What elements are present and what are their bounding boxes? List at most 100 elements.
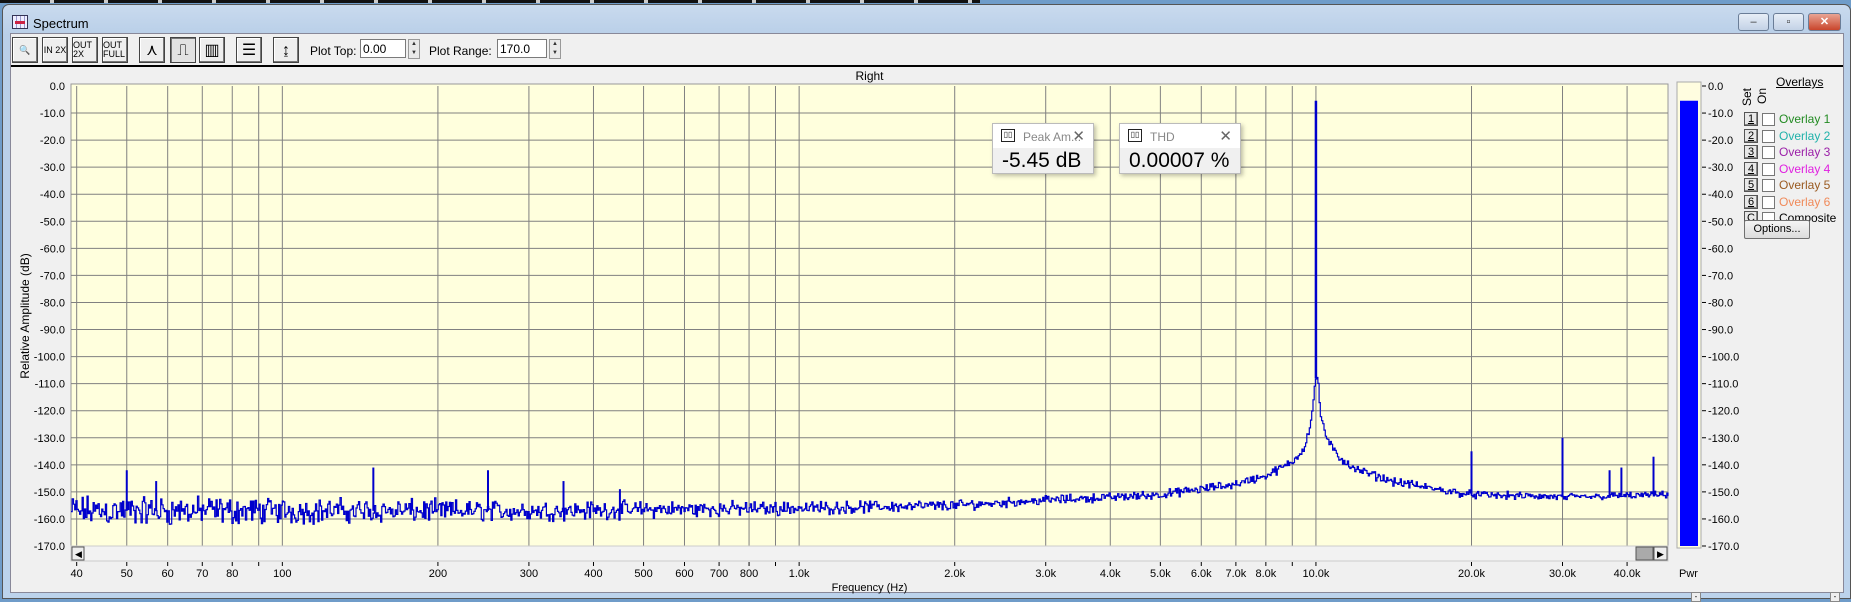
level-tick-label: 0.0 bbox=[1708, 81, 1723, 93]
scroll-right-arrow-icon: ▶ bbox=[1657, 549, 1664, 559]
close-button[interactable]: ✕ bbox=[1808, 13, 1841, 31]
scroll-left-arrow-icon: ◀ bbox=[75, 549, 82, 559]
y-tick-label: -100.0 bbox=[34, 352, 65, 364]
overlay-on-checkbox[interactable] bbox=[1762, 179, 1775, 192]
x-tick-label: 400 bbox=[584, 568, 602, 580]
horizontal-scrollbar[interactable] bbox=[70, 545, 1669, 562]
options-button[interactable]: Options... bbox=[1744, 220, 1810, 239]
level-tick-label: -120.0 bbox=[1708, 406, 1739, 418]
level-tick-label: -130.0 bbox=[1708, 433, 1739, 445]
level-tick-label: -30.0 bbox=[1708, 162, 1733, 174]
level-tick-label: -90.0 bbox=[1708, 325, 1733, 337]
scroll-thumb[interactable] bbox=[1635, 546, 1654, 561]
x-tick-label: 3.0k bbox=[1035, 568, 1056, 580]
x-tick-label: 4.0k bbox=[1100, 568, 1121, 580]
x-tick-label: 8.0k bbox=[1255, 568, 1276, 580]
overlay-on-checkbox[interactable] bbox=[1762, 162, 1775, 176]
spectrum-window: Spectrum ‒ ▫ ✕ 🔍 IN 2X OUT 2X OUT FULL ⋏… bbox=[2, 4, 1851, 602]
y-tick-label: -140.0 bbox=[34, 460, 65, 472]
window-title: Spectrum bbox=[33, 16, 89, 31]
x-tick-label: 40.0k bbox=[1614, 568, 1641, 580]
overlay-set-button[interactable]: 5 bbox=[1744, 178, 1758, 192]
overlays-header: Overlays bbox=[1776, 75, 1824, 89]
x-tick-label: 800 bbox=[740, 568, 758, 580]
x-tick-label: 500 bbox=[634, 568, 652, 580]
x-tick-label: 80 bbox=[226, 568, 238, 580]
meter-title: THD bbox=[1150, 130, 1175, 144]
x-tick-label: 40 bbox=[71, 568, 83, 580]
minimize-button[interactable]: ‒ bbox=[1738, 13, 1769, 31]
level-tick-label: -150.0 bbox=[1708, 487, 1739, 499]
overlay-label: Overlay 6 bbox=[1779, 194, 1831, 209]
y-tick-label: 0.0 bbox=[50, 81, 65, 93]
plot-background bbox=[70, 83, 1669, 547]
overlay-set-button[interactable]: 1 bbox=[1744, 112, 1758, 126]
x-tick-label: 200 bbox=[429, 568, 447, 580]
y-tick-label: -170.0 bbox=[34, 541, 65, 553]
level-tick-label: -50.0 bbox=[1708, 216, 1733, 228]
level-tick-label: -60.0 bbox=[1708, 243, 1733, 255]
level-tick-label: -10.0 bbox=[1708, 108, 1733, 120]
overlay-set-button[interactable]: 2 bbox=[1744, 128, 1758, 143]
y-tick-label: -150.0 bbox=[34, 487, 65, 499]
meter-value: 0.00007 % bbox=[1129, 149, 1230, 172]
x-tick-label: 10.0k bbox=[1302, 568, 1329, 580]
x-tick-label: 70 bbox=[196, 568, 208, 580]
spectrum-client: 🔍 IN 2X OUT 2X OUT FULL ⋏ ⎍ ▥ ☰ ↨ Plot T… bbox=[10, 33, 1845, 602]
y-tick-label: -30.0 bbox=[40, 162, 65, 174]
x-tick-label: 2.0k bbox=[944, 568, 965, 580]
chart-title: Right bbox=[855, 69, 884, 83]
panel-collapse-button[interactable]: - bbox=[1830, 592, 1840, 602]
overlay-set-button[interactable]: 4 bbox=[1744, 161, 1758, 176]
spectrum-app-icon bbox=[12, 15, 28, 29]
x-tick-label: 6.0k bbox=[1191, 568, 1212, 580]
level-meter-bar bbox=[1680, 100, 1698, 546]
peak-amplitude-meter[interactable]: ▯▯ Peak Am... ✕ -5.45 dB bbox=[992, 123, 1094, 174]
set-column-label: Set bbox=[1740, 87, 1754, 106]
level-tick-label: -110.0 bbox=[1708, 379, 1738, 391]
y-tick-label: -40.0 bbox=[40, 189, 65, 201]
overlay-label: Overlay 2 bbox=[1779, 128, 1831, 143]
level-meter-label: Pwr bbox=[1679, 568, 1698, 580]
y-axis-label: Relative Amplitude (dB) bbox=[18, 253, 32, 378]
x-tick-label: 20.0k bbox=[1458, 568, 1485, 580]
y-tick-label: -80.0 bbox=[40, 297, 65, 309]
x-tick-label: 1.0k bbox=[789, 568, 810, 580]
overlay-on-checkbox[interactable] bbox=[1762, 113, 1775, 126]
overlay-on-checkbox[interactable] bbox=[1762, 129, 1775, 143]
level-tick-label: -70.0 bbox=[1708, 270, 1733, 282]
close-icon[interactable]: ✕ bbox=[1072, 127, 1085, 145]
taskbar-strip bbox=[0, 0, 980, 3]
y-tick-label: -160.0 bbox=[34, 514, 65, 526]
overlay-on-checkbox[interactable] bbox=[1762, 195, 1775, 209]
x-tick-label: 5.0k bbox=[1150, 568, 1171, 580]
y-tick-label: -20.0 bbox=[40, 135, 65, 147]
x-tick-label: 700 bbox=[710, 568, 728, 580]
maximize-button[interactable]: ▫ bbox=[1773, 13, 1804, 31]
x-tick-label: 300 bbox=[520, 568, 538, 580]
x-tick-label: 100 bbox=[273, 568, 291, 580]
x-axis-label: Frequency (Hz) bbox=[832, 582, 908, 594]
x-tick-label: 50 bbox=[121, 568, 133, 580]
overlay-label: Overlay 3 bbox=[1779, 145, 1831, 159]
x-tick-label: 7.0k bbox=[1225, 568, 1246, 580]
y-tick-label: -60.0 bbox=[40, 243, 65, 255]
close-icon[interactable]: ✕ bbox=[1219, 127, 1232, 145]
meter-collapse-button[interactable]: - bbox=[1691, 592, 1701, 602]
level-tick-label: -20.0 bbox=[1708, 135, 1733, 147]
overlay-set-button[interactable]: 6 bbox=[1744, 194, 1758, 209]
x-tick-label: 60 bbox=[162, 568, 174, 580]
y-tick-label: -130.0 bbox=[34, 433, 65, 445]
pin-icon[interactable]: ▯▯ bbox=[1001, 129, 1015, 142]
y-tick-label: -110.0 bbox=[35, 379, 65, 391]
overlay-label: Overlay 4 bbox=[1779, 161, 1831, 176]
level-tick-label: -170.0 bbox=[1708, 541, 1739, 553]
overlay-on-checkbox[interactable] bbox=[1762, 146, 1775, 159]
level-tick-label: -80.0 bbox=[1708, 297, 1733, 309]
spectrum-chart[interactable]: Right 0.0 -10.0 -20.0 -30.0 -40.0 -50.0 -60.0 -7… bbox=[11, 34, 1845, 594]
overlay-set-button[interactable]: 3 bbox=[1744, 145, 1758, 159]
y-tick-label: -120.0 bbox=[34, 406, 65, 418]
pin-icon[interactable]: ▯▯ bbox=[1128, 129, 1142, 142]
thd-meter[interactable]: ▯▯ THD ✕ 0.00007 % bbox=[1119, 123, 1241, 174]
y-tick-label: -50.0 bbox=[40, 216, 65, 228]
